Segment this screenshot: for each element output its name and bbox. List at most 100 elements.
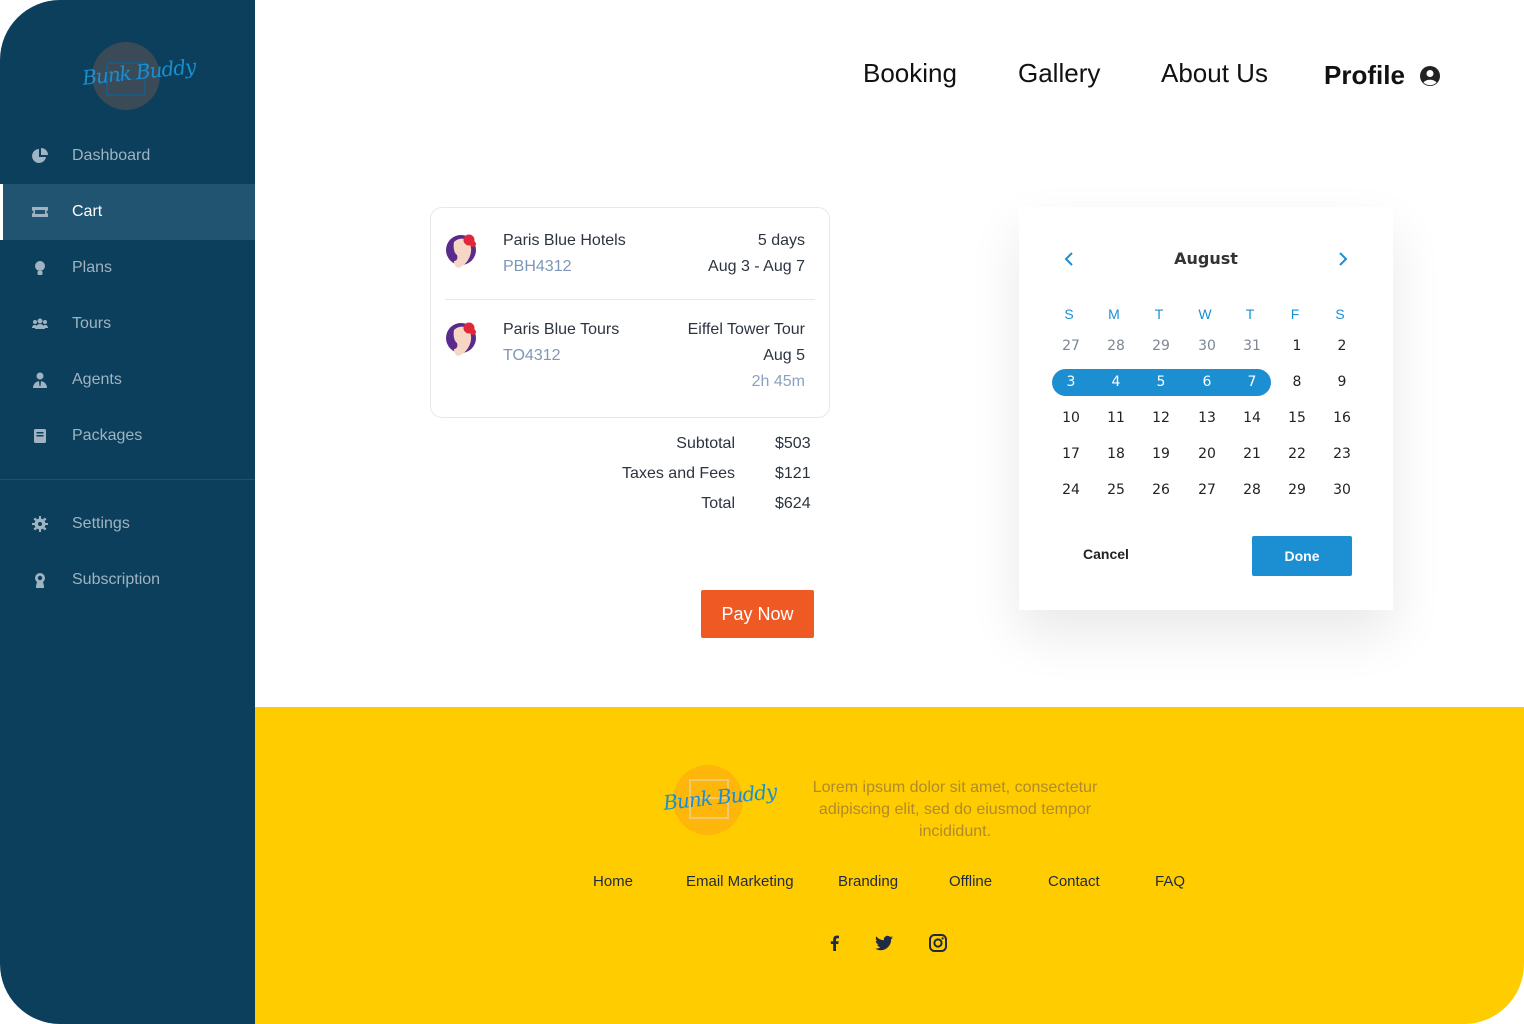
calendar-day[interactable]: 13 [1189, 410, 1225, 426]
weekday: T [1154, 306, 1164, 322]
weekday: M [1108, 306, 1120, 322]
instagram-icon[interactable] [928, 933, 948, 953]
calendar-day[interactable]: 26 [1143, 482, 1179, 498]
calendar-day[interactable]: 14 [1234, 410, 1270, 426]
calendar-day[interactable]: 12 [1143, 410, 1179, 426]
calendar-day[interactable]: 9 [1324, 374, 1360, 390]
chevron-right-icon[interactable] [1334, 251, 1350, 267]
footer-link-email-marketing[interactable]: Email Marketing [686, 873, 794, 890]
taxes-value: $121 [775, 465, 811, 482]
badge-icon [35, 573, 45, 588]
calendar-day[interactable]: 16 [1324, 410, 1360, 426]
profile-label: Profile [1324, 60, 1405, 90]
footer-logo[interactable]: Bunk Buddy [662, 765, 777, 841]
gear-icon [32, 516, 48, 532]
cart-item[interactable]: Paris Blue Hotels PBH4312 5 days Aug 3 -… [431, 208, 829, 300]
total-label: Total [701, 495, 735, 512]
footer-link-home[interactable]: Home [593, 873, 633, 890]
calendar-day[interactable]: 15 [1279, 410, 1315, 426]
pay-now-button[interactable]: Pay Now [701, 590, 814, 638]
calendar-day[interactable]: 5 [1143, 374, 1179, 390]
sidebar-item-packages[interactable]: Packages [0, 408, 255, 464]
sidebar-item-cart[interactable]: Cart [0, 184, 255, 240]
item-code: PBH4312 [503, 258, 572, 275]
sidebar-item-dashboard[interactable]: Dashboard [0, 128, 255, 184]
taxes-label: Taxes and Fees [622, 465, 735, 482]
item-date: Aug 5 [763, 347, 805, 364]
sidebar-item-agents[interactable]: Agents [0, 352, 255, 408]
calendar-day[interactable]: 3 [1053, 374, 1089, 390]
calendar-day[interactable]: 24 [1053, 482, 1089, 498]
group-icon [32, 318, 48, 329]
calendar-day[interactable]: 22 [1279, 446, 1315, 462]
calendar-day[interactable]: 31 [1234, 338, 1270, 354]
nav-link-booking[interactable]: Booking [863, 58, 957, 89]
calendar-day[interactable]: 29 [1279, 482, 1315, 498]
app-frame: Bunk Buddy Dashboard Cart Plans Tours Ag… [0, 0, 1524, 1024]
weekday: S [1335, 306, 1345, 322]
footer-link-branding[interactable]: Branding [838, 873, 898, 890]
sidebar-item-subscription[interactable]: Subscription [0, 552, 255, 608]
nav-link-about-us[interactable]: About Us [1161, 58, 1268, 89]
date-picker: August S M T W T F S 27 28 29 30 31 1 2 3 4 5 6 7 8 9… [1019, 207, 1393, 610]
subtotal-value: $503 [775, 435, 811, 452]
calendar-day[interactable]: 29 [1143, 338, 1179, 354]
calendar-day[interactable]: 8 [1279, 374, 1315, 390]
calendar-day[interactable]: 21 [1234, 446, 1270, 462]
calendar-day[interactable]: 27 [1053, 338, 1089, 354]
item-name: Paris Blue Tours [503, 321, 620, 338]
calendar-day[interactable]: 25 [1098, 482, 1134, 498]
calendar-day[interactable]: 2 [1324, 338, 1360, 354]
nav-link-gallery[interactable]: Gallery [1018, 58, 1100, 89]
hotel-avatar-icon [446, 234, 476, 268]
item-duration: 2h 45m [751, 373, 805, 390]
brand-logo[interactable]: Bunk Buddy [81, 38, 196, 114]
cart-item[interactable]: Paris Blue Tours TO4312 Eiffel Tower Tou… [431, 300, 829, 417]
sidebar-item-label: Dashboard [72, 147, 151, 164]
sidebar-item-label: Cart [72, 203, 103, 220]
cart-card: Paris Blue Hotels PBH4312 5 days Aug 3 -… [430, 207, 830, 418]
calendar-day[interactable]: 28 [1098, 338, 1134, 354]
item-name: Paris Blue Hotels [503, 232, 626, 249]
done-button[interactable]: Done [1252, 536, 1352, 576]
calendar-day[interactable]: 7 [1234, 374, 1270, 390]
item-tour-name: Eiffel Tower Tour [687, 321, 805, 338]
calendar-day[interactable]: 1 [1279, 338, 1315, 354]
profile-menu[interactable]: Profile [1324, 60, 1441, 91]
calendar-day[interactable]: 30 [1189, 338, 1225, 354]
calendar-day[interactable]: 18 [1098, 446, 1134, 462]
footer-link-faq[interactable]: FAQ [1155, 873, 1185, 890]
tour-avatar-icon [446, 322, 476, 356]
sidebar-item-tours[interactable]: Tours [0, 296, 255, 352]
calendar-day[interactable]: 11 [1098, 410, 1134, 426]
sidebar-item-label: Plans [72, 259, 113, 276]
total-value: $624 [775, 495, 811, 512]
cancel-button[interactable]: Cancel [1083, 546, 1129, 562]
sidebar-item-label: Packages [72, 427, 143, 444]
calendar-day[interactable]: 20 [1189, 446, 1225, 462]
calendar-day[interactable]: 4 [1098, 374, 1134, 390]
calendar-day[interactable]: 27 [1189, 482, 1225, 498]
calendar-day[interactable]: 17 [1053, 446, 1089, 462]
item-code: TO4312 [503, 347, 561, 364]
calendar-day[interactable]: 28 [1234, 482, 1270, 498]
footer-link-contact[interactable]: Contact [1048, 873, 1100, 890]
sidebar-item-plans[interactable]: Plans [0, 240, 255, 296]
calendar-day[interactable]: 19 [1143, 446, 1179, 462]
sidebar: Bunk Buddy Dashboard Cart Plans Tours Ag… [0, 0, 255, 1024]
calendar-day[interactable]: 30 [1324, 482, 1360, 498]
sidebar-item-label: Subscription [72, 571, 161, 588]
calendar-day[interactable]: 10 [1053, 410, 1089, 426]
sidebar-item-label: Tours [72, 315, 112, 332]
weekday: F [1290, 306, 1300, 322]
book-icon [34, 429, 46, 443]
calendar-day[interactable]: 23 [1324, 446, 1360, 462]
calendar-day[interactable]: 6 [1189, 374, 1225, 390]
footer-link-offline[interactable]: Offline [949, 873, 992, 890]
sidebar-item-settings[interactable]: Settings [0, 496, 255, 552]
pie-chart-icon [32, 148, 48, 163]
twitter-icon[interactable] [874, 933, 894, 953]
user-tie-icon [33, 372, 47, 388]
facebook-icon[interactable] [825, 933, 845, 953]
ticket-icon [32, 207, 48, 217]
